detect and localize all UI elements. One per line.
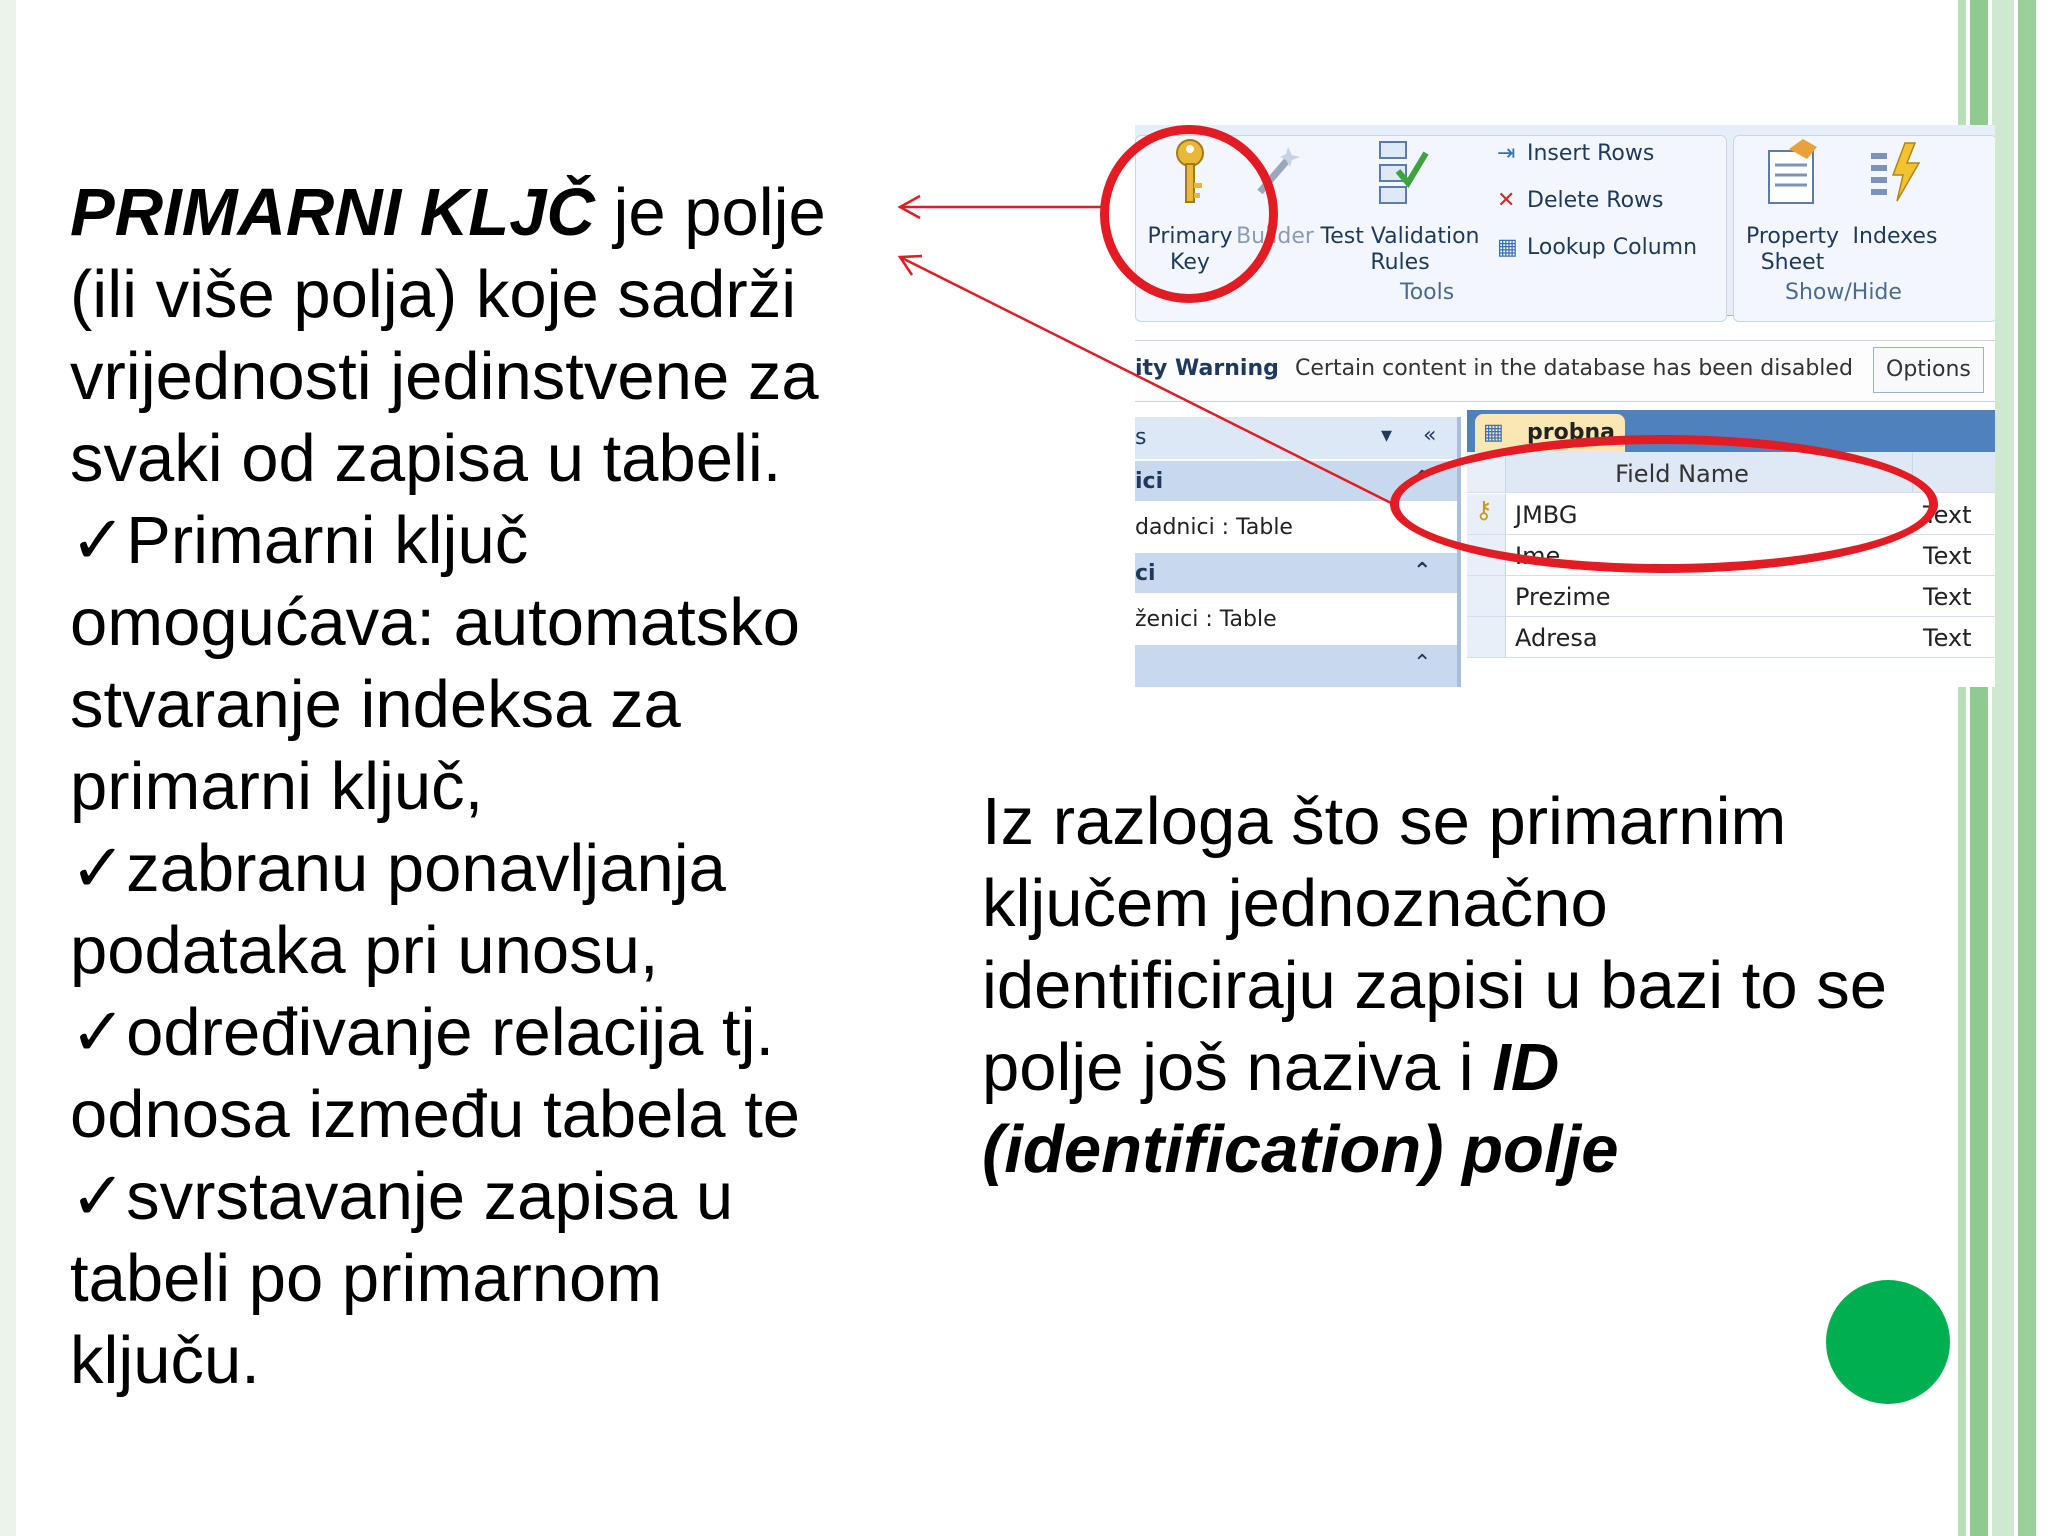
row-selector[interactable] [1467, 617, 1506, 657]
text-line: primarni ključ, [70, 749, 484, 824]
text-line: odnosa između tabela te [70, 1077, 801, 1152]
property-sheet-icon [1740, 137, 1845, 214]
security-warning-bar: ity Warning Certain content in the datab… [1135, 340, 1995, 402]
text-line: ✓određivanje relacija tj. [70, 995, 775, 1070]
table-icon: ▦ [1483, 420, 1504, 445]
delete-rows-label: Delete Rows [1527, 188, 1664, 213]
delete-rows-icon: ✕ [1497, 188, 1516, 213]
indexes-icon [1845, 137, 1945, 214]
title-rest: je polje [594, 175, 826, 250]
text-fragment: polje još naziva i [982, 1030, 1493, 1105]
data-type-cell[interactable]: Text [1923, 542, 1972, 570]
nav-menu-chevron-icon[interactable]: ▾ [1381, 423, 1392, 448]
text-line: ✓svrstavanje zapisa u [70, 1159, 734, 1234]
decorative-bar [0, 0, 16, 1536]
test-validation-label: Test Validation [1320, 224, 1480, 249]
primary-key-term: PRIMARNI KLJČ [70, 175, 595, 250]
data-type-cell[interactable]: Text [1923, 583, 1972, 611]
field-name-highlight-ellipse [1390, 435, 1938, 573]
property-sheet-label: Property [1745, 224, 1840, 249]
nav-collapse-icon[interactable]: « [1423, 423, 1436, 448]
definition-text: PRIMARNI KLJČ je polje (ili više polja) … [70, 172, 870, 1402]
table-row[interactable]: Prezime Text [1467, 576, 1995, 617]
text-line: identificiraju zapisi u bazi to se [982, 948, 1887, 1023]
insert-rows-button[interactable]: ⇥ Insert Rows [1497, 141, 1654, 166]
text-line: ključem jednoznačno [982, 866, 1608, 941]
nav-group-label: ici [1135, 469, 1164, 494]
arrowhead [897, 254, 923, 276]
text-line: podataka pri unosu, [70, 913, 659, 988]
property-sheet-label: Sheet [1760, 250, 1825, 275]
nav-item[interactable]: ženici : Table [1135, 599, 1457, 639]
property-sheet-button[interactable]: Property Sheet [1740, 137, 1845, 276]
nav-header: s ▾ « [1135, 417, 1457, 459]
nav-group-label: ci [1135, 561, 1156, 586]
tools-group-label: Tools [1400, 280, 1455, 305]
row-selector[interactable] [1467, 576, 1506, 616]
text-line: ✓Primarni ključ [70, 503, 529, 578]
insert-rows-label: Insert Rows [1527, 141, 1655, 166]
data-type-cell[interactable]: Text [1923, 624, 1972, 652]
field-name-cell[interactable]: Adresa [1515, 624, 1598, 652]
nav-item-label: ženici : Table [1135, 607, 1277, 632]
nav-item-label: dadnici : Table [1135, 515, 1293, 540]
id-explanation-text: Iz razloga što se primarnim ključem jedn… [982, 781, 1942, 1191]
id-term: ID [1492, 1030, 1560, 1105]
text-line: tabeli po primarnom [70, 1241, 663, 1316]
definition-title-line: PRIMARNI KLJČ je polje [70, 172, 870, 254]
nav-group[interactable]: ci ⌃ [1135, 553, 1457, 593]
test-validation-label: Rules [1370, 250, 1430, 275]
text-line: omogućava: automatsko [70, 585, 800, 660]
text-line: svaki od zapisa u tabeli. [70, 421, 782, 496]
options-button[interactable]: Options [1873, 347, 1984, 393]
show-hide-group-label: Show/Hide [1785, 280, 1902, 305]
text-line: polje još naziva i ID [982, 1027, 1942, 1109]
lookup-column-icon: ▦ [1497, 235, 1518, 260]
chevron-up-icon: ⌃ [1413, 651, 1432, 676]
nav-header-label: s [1135, 425, 1147, 450]
indexes-label: Indexes [1852, 224, 1938, 249]
text-line: stvaranje indeksa za [70, 667, 681, 742]
nav-group[interactable]: ⌃ [1135, 645, 1457, 687]
delete-rows-button[interactable]: ✕ Delete Rows [1497, 188, 1664, 213]
indexes-button[interactable]: Indexes [1845, 137, 1945, 250]
lookup-column-label: Lookup Column [1527, 235, 1698, 260]
chevron-up-icon: ⌃ [1413, 559, 1432, 584]
insert-rows-icon: ⇥ [1497, 141, 1516, 166]
identification-term: (identification) polje [982, 1112, 1619, 1187]
text-line: ključu. [70, 1323, 260, 1398]
navigation-pane: s ▾ « ici ⌃ dadnici : Table ci ⌃ ženici … [1135, 417, 1461, 687]
security-warning-message: Certain content in the database has been… [1295, 356, 1853, 381]
decorative-bar [1992, 0, 2014, 1536]
field-name-cell[interactable]: Prezime [1515, 583, 1611, 611]
table-row[interactable]: Adresa Text [1467, 617, 1995, 658]
text-line: vrijednosti jedinstvene za [70, 339, 819, 414]
text-line: ✓zabranu ponavljanja [70, 831, 726, 906]
validation-check-icon [1315, 137, 1485, 214]
security-warning-label: ity Warning [1135, 356, 1279, 381]
text-line: (ili više polja) koje sadrži [70, 257, 797, 332]
text-line: Iz razloga što se primarnim [982, 784, 1787, 859]
lookup-column-button[interactable]: ▦ Lookup Column [1497, 235, 1697, 260]
accent-dot [1826, 1280, 1950, 1404]
arrowhead [897, 194, 921, 220]
test-validation-rules-button[interactable]: Test Validation Rules [1315, 137, 1485, 276]
decorative-bar [2018, 0, 2036, 1536]
primary-key-highlight-circle [1100, 125, 1278, 303]
